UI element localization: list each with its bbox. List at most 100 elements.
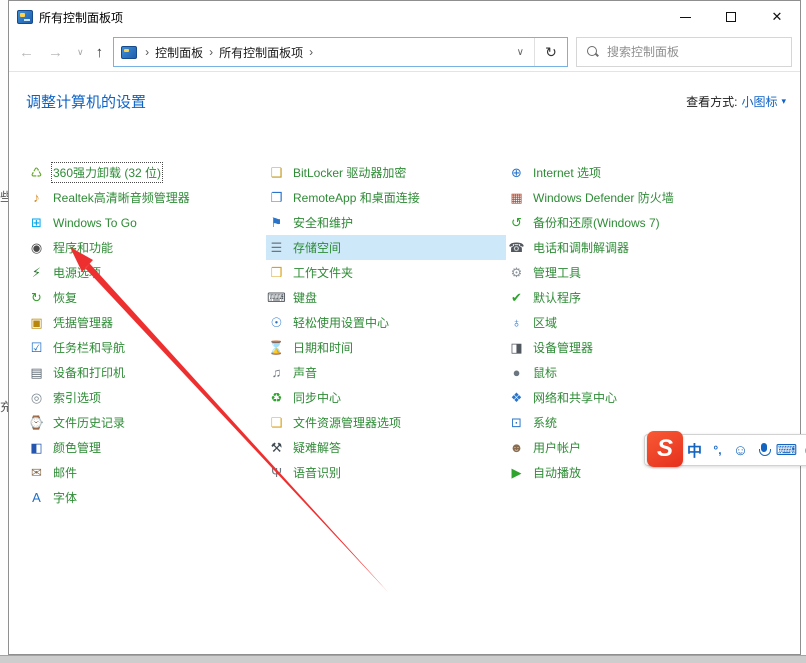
- control-panel-item-recovery[interactable]: ↻恢复: [26, 285, 266, 310]
- realtek-audio-manager-icon: ♪: [28, 189, 45, 206]
- close-icon: ✕: [772, 9, 783, 25]
- close-button[interactable]: ✕: [754, 1, 800, 33]
- control-panel-item-phone-and-modem[interactable]: ☎电话和调制解调器: [506, 235, 746, 260]
- control-panel-item-programs-and-features[interactable]: ◉程序和功能: [26, 235, 266, 260]
- item-label: 键盘: [293, 289, 317, 306]
- control-panel-item-windows-to-go[interactable]: ⊞Windows To Go: [26, 210, 266, 235]
- search-box[interactable]: [576, 37, 792, 67]
- control-panel-item-sound[interactable]: ♫声音: [266, 360, 506, 385]
- voice-input-icon[interactable]: [752, 436, 775, 464]
- control-panel-item-power-options[interactable]: ⚡电源选项: [26, 260, 266, 285]
- up-button[interactable]: ↑: [96, 45, 104, 60]
- recent-pages-dropdown[interactable]: ∨: [77, 47, 84, 58]
- control-panel-item-security-and-maintenance[interactable]: ⚑安全和维护: [266, 210, 506, 235]
- item-label: 任务栏和导航: [53, 339, 125, 356]
- ime-buttons: 中°,☺ ⌨☻: [683, 436, 806, 464]
- breadcrumb-separator: ›: [307, 45, 315, 59]
- item-label: 系统: [533, 414, 557, 431]
- control-panel-item-system[interactable]: ⊡系统: [506, 410, 746, 435]
- control-panel-item-sync-center[interactable]: ♻ 同步中心: [266, 385, 506, 410]
- default-programs-check-icon: ✔: [508, 289, 525, 306]
- control-panel-item-color-management[interactable]: ◧颜色管理: [26, 435, 266, 460]
- back-button[interactable]: ←: [19, 45, 34, 60]
- address-bar[interactable]: › 控制面板 › 所有控制面板项 › ∨ ↻: [113, 37, 568, 67]
- control-panel-item-administrative-tools[interactable]: ⚙管理工具: [506, 260, 746, 285]
- chinese-mode-icon[interactable]: 中: [683, 436, 706, 464]
- window-controls: ✕: [662, 1, 800, 33]
- file-history-clock-icon: ⌚: [28, 414, 45, 431]
- control-panel-item-fonts[interactable]: A字体: [26, 485, 266, 510]
- view-by-value[interactable]: 小图标: [741, 93, 777, 110]
- control-panel-item-mail[interactable]: ✉邮件: [26, 460, 266, 485]
- item-label: 轻松使用设置中心: [293, 314, 389, 331]
- internet-globe-icon: ⊕: [508, 164, 525, 181]
- control-panel-item-taskbar-and-navigation[interactable]: ☑任务栏和导航: [26, 335, 266, 360]
- sync-arrows-icon: ♻: [268, 389, 285, 406]
- control-panel-item-troubleshooting[interactable]: ⚒ 疑难解答: [266, 435, 506, 460]
- device-manager-icon: ◨: [508, 339, 525, 356]
- breadcrumb: › 控制面板 › 所有控制面板项 ›: [143, 44, 507, 61]
- control-panel-item-storage-spaces[interactable]: ☰存储空间: [266, 235, 506, 260]
- item-label: 颜色管理: [53, 439, 101, 456]
- screen-bottom-edge: [0, 655, 806, 663]
- control-panel-item-file-explorer-options[interactable]: ❏文件资源管理器选项: [266, 410, 506, 435]
- 360-uninstaller-icon: ♺: [28, 164, 45, 181]
- control-panel-item-device-manager[interactable]: ◨设备管理器: [506, 335, 746, 360]
- control-panel-item-devices-and-printers[interactable]: ▤设备和打印机: [26, 360, 266, 385]
- control-panel-item-date-and-time[interactable]: ⌛日期和时间: [266, 335, 506, 360]
- control-panel-item-speech-recognition[interactable]: Ψ 语音识别: [266, 460, 506, 485]
- control-panel-item-credential-manager[interactable]: ▣凭据管理器: [26, 310, 266, 335]
- control-panel-item-remoteapp[interactable]: ❐RemoteApp 和桌面连接: [266, 185, 506, 210]
- minimize-button[interactable]: [662, 1, 708, 33]
- control-panel-item-360-uninstaller[interactable]: ♺360强力卸载 (32 位): [26, 160, 266, 185]
- forward-button[interactable]: →: [48, 45, 63, 60]
- control-panel-item-bitlocker[interactable]: ❑ BitLocker 驱动器加密: [266, 160, 506, 185]
- control-panel-item-file-history[interactable]: ⌚文件历史记录: [26, 410, 266, 435]
- soft-keyboard-icon[interactable]: ⌨: [775, 436, 798, 464]
- item-label: 默认程序: [533, 289, 581, 306]
- microphone-icon: Ψ: [268, 464, 285, 481]
- troubleshooting-tools-icon: ⚒: [268, 439, 285, 456]
- chevron-down-icon: ▾: [781, 96, 786, 107]
- breadcrumb-separator: ›: [143, 45, 151, 59]
- control-panel-item-work-folders[interactable]: ❒工作文件夹: [266, 260, 506, 285]
- search-input[interactable]: [607, 45, 791, 59]
- bitlocker-lock-icon: ❑: [268, 164, 285, 181]
- item-label: 用户帐户: [533, 439, 581, 456]
- item-label: 备份和还原(Windows 7): [533, 214, 660, 231]
- sogou-logo-icon[interactable]: S: [647, 431, 683, 467]
- control-panel-item-default-programs[interactable]: ✔ 默认程序: [506, 285, 746, 310]
- indexing-magnifier-icon: ◎: [28, 389, 45, 406]
- item-label: 工作文件夹: [293, 264, 353, 281]
- view-by-control[interactable]: 查看方式: 小图标 ▾: [686, 93, 786, 110]
- navigation-bar: ← → ∨ ↑ › 控制面板 › 所有控制面板项 › ∨ ↻: [9, 33, 800, 72]
- address-dropdown-icon[interactable]: ∨: [507, 47, 534, 58]
- item-label: BitLocker 驱动器加密: [293, 164, 406, 181]
- item-label: 网络和共享中心: [533, 389, 617, 406]
- refresh-button[interactable]: ↻: [535, 44, 567, 61]
- breadcrumb-control-panel[interactable]: 控制面板: [151, 44, 207, 61]
- item-label: 疑难解答: [293, 439, 341, 456]
- control-panel-item-backup-and-restore[interactable]: ↺备份和还原(Windows 7): [506, 210, 746, 235]
- item-label: 语音识别: [293, 464, 341, 481]
- control-panel-item-network-and-sharing-center[interactable]: ❖网络和共享中心: [506, 385, 746, 410]
- punctuation-mode-icon[interactable]: °,: [706, 436, 729, 464]
- control-panel-item-indexing-options[interactable]: ◎ 索引选项: [26, 385, 266, 410]
- control-panel-item-windows-defender-firewall[interactable]: ▦Windows Defender 防火墙: [506, 185, 746, 210]
- item-label: 索引选项: [53, 389, 101, 406]
- control-panel-item-keyboard[interactable]: ⌨键盘: [266, 285, 506, 310]
- breadcrumb-all-items[interactable]: 所有控制面板项: [215, 44, 307, 61]
- account-person-icon[interactable]: ☻: [798, 436, 806, 464]
- background-text-fragment: 充: [0, 398, 8, 415]
- control-panel-item-mouse[interactable]: ●鼠标: [506, 360, 746, 385]
- control-panel-item-region[interactable]: ♁区域: [506, 310, 746, 335]
- control-panel-item-internet-options[interactable]: ⊕Internet 选项: [506, 160, 746, 185]
- date-time-clock-icon: ⌛: [268, 339, 285, 356]
- region-globe-icon: ♁: [508, 314, 525, 331]
- emoji-icon[interactable]: ☺: [729, 436, 752, 464]
- item-label: 同步中心: [293, 389, 341, 406]
- recovery-clock-icon: ↻: [28, 289, 45, 306]
- maximize-button[interactable]: [708, 1, 754, 33]
- control-panel-item-ease-of-access-center[interactable]: ☉轻松使用设置中心: [266, 310, 506, 335]
- control-panel-item-realtek-audio[interactable]: ♪Realtek高清晰音频管理器: [26, 185, 266, 210]
